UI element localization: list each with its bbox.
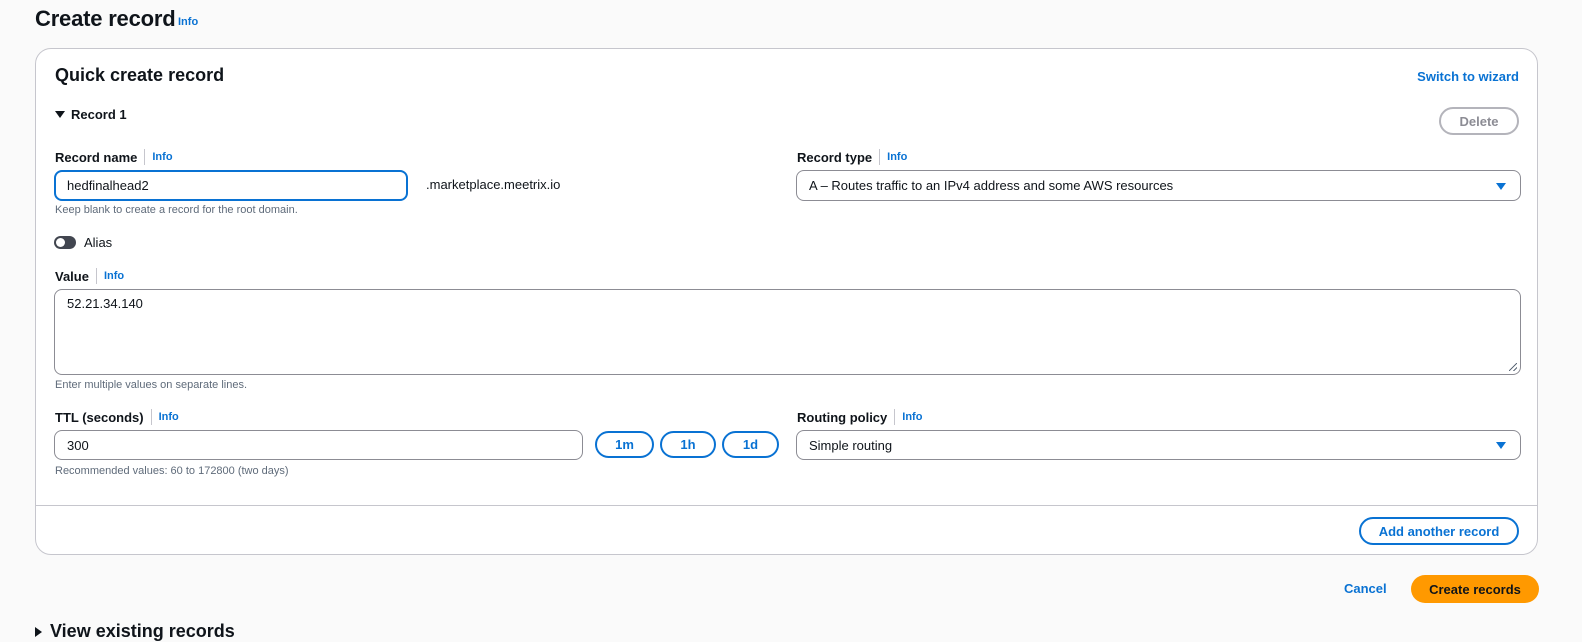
- record-1-label: Record 1: [71, 107, 127, 122]
- record-name-hint: Keep blank to create a record for the ro…: [55, 204, 298, 216]
- value-text: 52.21.34.140: [67, 296, 143, 311]
- record-type-select[interactable]: A – Routes traffic to an IPv4 address an…: [796, 170, 1521, 201]
- record-name-label-row: Record name Info: [55, 149, 173, 165]
- value-label: Value: [55, 268, 89, 284]
- label-separator: [879, 149, 881, 165]
- ttl-info-link[interactable]: Info: [159, 411, 179, 423]
- ttl-value: 300: [67, 437, 89, 453]
- dropdown-arrow-icon: [1496, 442, 1506, 449]
- switch-to-wizard-link[interactable]: Switch to wizard: [1417, 69, 1519, 84]
- ttl-input[interactable]: 300: [54, 430, 583, 460]
- value-label-row: Value Info: [55, 268, 124, 284]
- record-type-label: Record type: [797, 149, 873, 165]
- record-type-value: A – Routes traffic to an IPv4 address an…: [809, 178, 1174, 193]
- resize-handle-icon[interactable]: [1509, 363, 1517, 371]
- label-separator: [95, 268, 97, 284]
- view-existing-records-label: View existing records: [50, 621, 235, 641]
- delete-button[interactable]: Delete: [1439, 107, 1519, 135]
- value-textarea[interactable]: 52.21.34.140: [54, 289, 1521, 375]
- ttl-1m-button[interactable]: 1m: [595, 431, 654, 458]
- view-existing-records-expander[interactable]: View existing records: [35, 621, 235, 642]
- dropdown-arrow-icon: [1496, 182, 1506, 190]
- label-separator: [144, 149, 146, 165]
- quick-create-card: Quick create record Switch to wizard Rec…: [35, 48, 1538, 555]
- card-divider: [36, 505, 1537, 506]
- record-type-label-row: Record type Info: [797, 149, 907, 165]
- alias-label: Alias: [84, 235, 113, 250]
- value-hint: Enter multiple values on separate lines.: [55, 379, 247, 391]
- routing-policy-select[interactable]: Simple routing: [796, 430, 1521, 460]
- record-name-value: hedfinalhead2: [67, 178, 149, 193]
- alias-toggle-row: Alias: [54, 235, 112, 250]
- page-title-info-link[interactable]: Info: [178, 16, 198, 28]
- record-name-label: Record name: [55, 149, 138, 165]
- record-name-input[interactable]: hedfinalhead2: [54, 170, 408, 201]
- toggle-knob: [56, 238, 65, 247]
- routing-policy-label: Routing policy: [797, 409, 888, 425]
- routing-policy-value: Simple routing: [809, 437, 893, 453]
- label-separator: [894, 409, 896, 425]
- create-records-button[interactable]: Create records: [1411, 575, 1539, 603]
- ttl-label: TTL (seconds): [55, 409, 144, 425]
- cancel-button[interactable]: Cancel: [1344, 581, 1387, 596]
- ttl-1d-button[interactable]: 1d: [722, 431, 779, 458]
- routing-policy-label-row: Routing policy Info: [797, 409, 922, 425]
- ttl-hint: Recommended values: 60 to 172800 (two da…: [55, 465, 289, 477]
- domain-suffix: .marketplace.meetrix.io: [426, 177, 561, 192]
- card-title: Quick create record: [55, 65, 225, 85]
- alias-toggle[interactable]: [54, 236, 76, 249]
- ttl-1h-button[interactable]: 1h: [660, 431, 716, 458]
- record-name-info-link[interactable]: Info: [152, 151, 172, 163]
- value-info-link[interactable]: Info: [104, 270, 124, 282]
- page-title: Create record: [35, 6, 176, 31]
- record-type-info-link[interactable]: Info: [887, 151, 907, 163]
- caret-down-icon: [55, 111, 65, 118]
- label-separator: [150, 409, 152, 425]
- add-another-record-button[interactable]: Add another record: [1359, 517, 1519, 545]
- caret-right-icon: [35, 626, 42, 637]
- record-1-expander[interactable]: Record 1: [55, 107, 127, 122]
- ttl-label-row: TTL (seconds) Info: [55, 409, 179, 425]
- routing-policy-info-link[interactable]: Info: [902, 411, 922, 423]
